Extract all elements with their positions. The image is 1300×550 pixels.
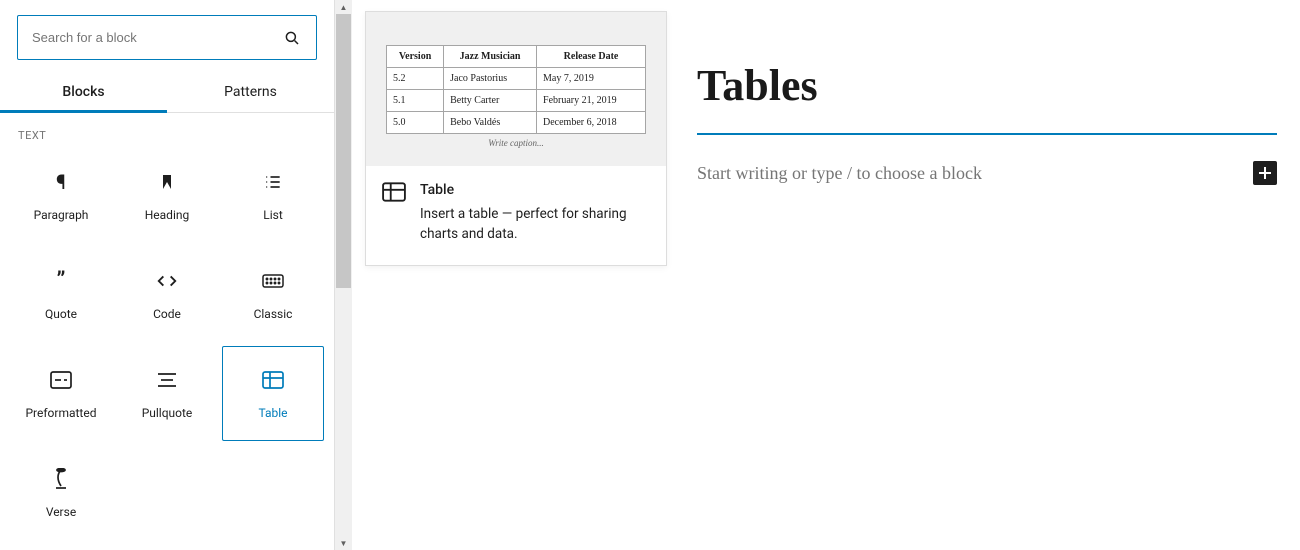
block-verse[interactable]: Verse (10, 445, 112, 540)
block-label: Paragraph (34, 208, 89, 222)
panel-scrollbar[interactable]: ▲ ▼ (335, 0, 352, 550)
list-icon (261, 170, 285, 194)
table-icon (261, 368, 285, 392)
table-row: 5.2 Jaco Pastorius May 7, 2019 (387, 68, 646, 90)
block-preview-popover: Version Jazz Musician Release Date 5.2 J… (365, 11, 667, 266)
search-icon (282, 28, 302, 48)
table-cell: 5.2 (387, 68, 444, 90)
preview-canvas: Version Jazz Musician Release Date 5.2 J… (366, 12, 666, 166)
block-label: Quote (45, 307, 77, 321)
preview-description: Table Insert a table — perfect for shari… (366, 166, 666, 265)
scrollbar-thumb[interactable] (336, 14, 351, 288)
inserter-tabs: Blocks Patterns (0, 70, 334, 113)
table-cell: 5.1 (387, 90, 444, 112)
table-cell: December 6, 2018 (537, 112, 646, 134)
search-wrap (0, 0, 334, 70)
block-label: Preformatted (25, 406, 96, 420)
block-label: List (263, 208, 283, 222)
verse-icon (49, 467, 73, 491)
block-label: Classic (254, 307, 293, 321)
block-label: Pullquote (142, 406, 193, 420)
classic-icon (261, 269, 285, 293)
inserter-scroll[interactable]: TEXT ¶ Paragraph Heading List ” Quote (0, 113, 334, 550)
block-label: Verse (46, 505, 76, 519)
preformatted-icon (49, 368, 73, 392)
block-heading[interactable]: Heading (116, 148, 218, 243)
tab-patterns[interactable]: Patterns (167, 70, 334, 112)
block-preformatted[interactable]: Preformatted (10, 346, 112, 441)
paragraph-icon: ¶ (49, 170, 73, 194)
title-divider (697, 133, 1277, 135)
block-quote[interactable]: ” Quote (10, 247, 112, 342)
block-label: Code (153, 307, 181, 321)
preview-title: Table (420, 182, 650, 198)
plus-icon (1256, 164, 1274, 182)
editor-canvas: Tables Start writing or type / to choose… (697, 60, 1277, 185)
add-block-button[interactable] (1253, 161, 1277, 185)
search-input[interactable] (32, 30, 282, 45)
page-title[interactable]: Tables (697, 60, 1277, 111)
table-cell: February 21, 2019 (537, 90, 646, 112)
block-list[interactable]: List (222, 148, 324, 243)
table-cell: Bebo Valdés (444, 112, 537, 134)
table-header: Version (387, 46, 444, 68)
block-table[interactable]: Table (222, 346, 324, 441)
block-classic[interactable]: Classic (222, 247, 324, 342)
block-inserter-panel: Blocks Patterns TEXT ¶ Paragraph Heading… (0, 0, 335, 550)
block-label: Table (258, 406, 287, 420)
heading-icon (155, 170, 179, 194)
block-pullquote[interactable]: Pullquote (116, 346, 218, 441)
table-header: Release Date (537, 46, 646, 68)
preview-table: Version Jazz Musician Release Date 5.2 J… (386, 45, 646, 134)
block-code[interactable]: Code (116, 247, 218, 342)
block-paragraph[interactable]: ¶ Paragraph (10, 148, 112, 243)
block-grid: ¶ Paragraph Heading List ” Quote (0, 146, 334, 542)
table-icon (382, 182, 406, 206)
table-row: 5.1 Betty Carter February 21, 2019 (387, 90, 646, 112)
table-header: Jazz Musician (444, 46, 537, 68)
tab-blocks[interactable]: Blocks (0, 70, 167, 112)
quote-icon: ” (49, 269, 73, 293)
section-label-text: TEXT (0, 113, 334, 146)
table-cell: 5.0 (387, 112, 444, 134)
editor-placeholder[interactable]: Start writing or type / to choose a bloc… (697, 163, 982, 184)
table-cell: Jaco Pastorius (444, 68, 537, 90)
table-row: 5.0 Bebo Valdés December 6, 2018 (387, 112, 646, 134)
preview-caption: Write caption... (386, 134, 646, 148)
search-field[interactable] (17, 15, 317, 60)
scroll-up-icon[interactable]: ▲ (335, 0, 352, 14)
scroll-down-icon[interactable]: ▼ (335, 536, 352, 550)
preview-text: Insert a table — perfect for sharing cha… (420, 204, 650, 245)
table-cell: May 7, 2019 (537, 68, 646, 90)
block-label: Heading (145, 208, 190, 222)
table-cell: Betty Carter (444, 90, 537, 112)
pullquote-icon (155, 368, 179, 392)
code-icon (155, 269, 179, 293)
